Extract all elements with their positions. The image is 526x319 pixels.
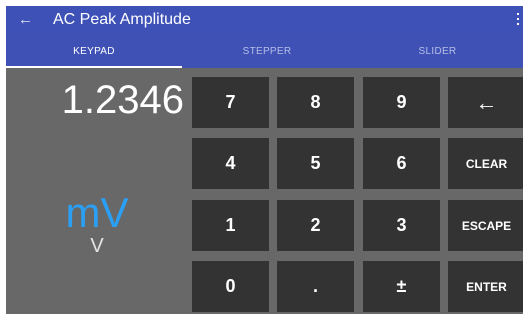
key-2[interactable]: 2 xyxy=(277,200,354,251)
value-display: 1.2346 mV V xyxy=(6,68,188,314)
key-5[interactable]: 5 xyxy=(277,138,354,189)
escape-button[interactable]: ESCAPE xyxy=(448,200,523,251)
unit-selector-mv[interactable]: mV xyxy=(6,190,188,236)
key-9[interactable]: 9 xyxy=(363,77,440,128)
arrow-left-icon[interactable]: ← xyxy=(18,10,33,30)
key-0[interactable]: 0 xyxy=(192,261,269,312)
clear-button[interactable]: CLEAR xyxy=(448,138,523,189)
tab-stepper[interactable]: STEPPER xyxy=(182,36,352,68)
key-7[interactable]: 7 xyxy=(192,77,269,128)
key-1[interactable]: 1 xyxy=(192,200,269,251)
more-vertical-icon[interactable] xyxy=(516,13,520,29)
key-3[interactable]: 3 xyxy=(363,200,440,251)
value-readout: 1.2346 xyxy=(61,78,184,122)
enter-button[interactable]: ENTER xyxy=(448,261,523,312)
unit-option-v[interactable]: V xyxy=(6,234,188,258)
key-4[interactable]: 4 xyxy=(192,138,269,189)
page-title: AC Peak Amplitude xyxy=(53,11,191,28)
tab-keypad[interactable]: KEYPAD xyxy=(6,36,182,68)
key-6[interactable]: 6 xyxy=(363,138,440,189)
decimal-key[interactable]: . xyxy=(277,261,354,312)
plus-minus-key[interactable]: ± xyxy=(363,261,440,312)
backspace-key[interactable]: ← xyxy=(448,77,523,128)
app-bar: ← AC Peak Amplitude xyxy=(6,6,523,36)
device-screen: ← AC Peak Amplitude KEYPAD STEPPER SLIDE… xyxy=(6,6,523,314)
tab-bar: KEYPAD STEPPER SLIDER xyxy=(6,36,523,68)
tab-slider[interactable]: SLIDER xyxy=(352,36,523,68)
key-8[interactable]: 8 xyxy=(277,77,354,128)
